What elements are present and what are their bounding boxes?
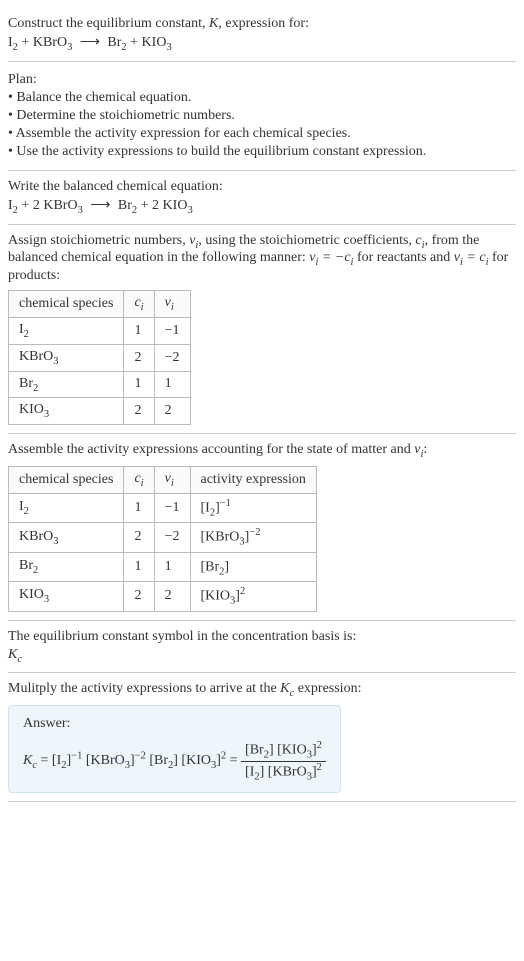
- balanced-equation: I2 + 2 KBrO3 ⟶ Br2 + 2 KIO3: [8, 197, 516, 216]
- plan-bullet: • Balance the chemical equation.: [8, 90, 516, 106]
- cell-nu: −2: [154, 344, 190, 371]
- col-ci: ci: [124, 466, 154, 493]
- cell-c: 1: [124, 371, 154, 398]
- col-nui: νi: [154, 466, 190, 493]
- cell-activity: [I2]−1: [190, 493, 316, 522]
- cell-activity: [KBrO3]−2: [190, 523, 316, 552]
- cell-species: Br2: [9, 552, 124, 581]
- fraction-denominator: [I2] [KBrO3]2: [241, 762, 326, 782]
- table-header-row: chemical species ci νi: [9, 291, 191, 318]
- activity-table: chemical species ci νi activity expressi…: [8, 466, 317, 612]
- eq-reactant: νi = −ci: [309, 250, 353, 265]
- eq-product: νi = ci: [454, 250, 489, 265]
- balanced-section: Write the balanced chemical equation: I2…: [8, 171, 516, 225]
- reaction-arrow-icon: ⟶: [80, 34, 100, 51]
- col-species: chemical species: [9, 291, 124, 318]
- term: [Br2]: [149, 753, 178, 768]
- cell-nu: −2: [154, 523, 190, 552]
- col-ci: ci: [124, 291, 154, 318]
- symbol-section: The equilibrium constant symbol in the c…: [8, 621, 516, 674]
- kc-expression: Kc = [I2]−1 [KBrO3]−2 [Br2] [KIO3]2 = [B…: [23, 740, 326, 782]
- species-KIO3: KIO3: [142, 35, 172, 50]
- cell-nu: −1: [154, 317, 190, 344]
- intro-text-b: , expression for:: [218, 16, 309, 31]
- cell-nu: 1: [154, 552, 190, 581]
- cell-nu: −1: [154, 493, 190, 522]
- cell-c: 1: [124, 493, 154, 522]
- table-row: I2 1 −1 [I2]−1: [9, 493, 317, 522]
- cell-c: 1: [124, 552, 154, 581]
- coef: 2: [152, 198, 163, 213]
- species-I2: I2: [8, 198, 18, 213]
- col-nui: νi: [154, 291, 190, 318]
- cell-species: I2: [9, 317, 124, 344]
- cell-nu: 2: [154, 398, 190, 425]
- kc-symbol: Kc: [280, 681, 294, 696]
- intro-section: Construct the equilibrium constant, K, e…: [8, 8, 516, 62]
- table-row: KBrO3 2 −2 [KBrO3]−2: [9, 523, 317, 552]
- cell-activity: [Br2]: [190, 552, 316, 581]
- stoich-table: chemical species ci νi I2 1 −1 KBrO3 2 −…: [8, 290, 191, 425]
- unbalanced-equation: I2 + KBrO3 ⟶ Br2 + KIO3: [8, 34, 516, 53]
- stoich-section: Assign stoichiometric numbers, νi, using…: [8, 225, 516, 435]
- activity-section: Assemble the activity expressions accoun…: [8, 434, 516, 620]
- col-species: chemical species: [9, 466, 124, 493]
- plan-bullet: • Determine the stoichiometric numbers.: [8, 108, 516, 124]
- answer-label: Answer:: [23, 716, 326, 732]
- cell-species: KIO3: [9, 582, 124, 611]
- plan-bullet: • Assemble the activity expression for e…: [8, 126, 516, 142]
- cell-c: 2: [124, 398, 154, 425]
- cell-c: 2: [124, 582, 154, 611]
- plan-section: Plan: • Balance the chemical equation. •…: [8, 62, 516, 171]
- K-symbol: K: [209, 16, 218, 31]
- term: [KBrO3]−2: [86, 753, 146, 768]
- cell-activity: [KIO3]2: [190, 582, 316, 611]
- species-Br2: Br2: [107, 35, 126, 50]
- table-row: KIO3 2 2: [9, 398, 191, 425]
- fraction: [Br2] [KIO3]2 [I2] [KBrO3]2: [241, 740, 326, 782]
- final-text: Mulitply the activity expressions to arr…: [8, 681, 516, 699]
- cell-c: 2: [124, 344, 154, 371]
- cell-c: 2: [124, 523, 154, 552]
- fraction-numerator: [Br2] [KIO3]2: [241, 740, 326, 761]
- table-row: Br2 1 1 [Br2]: [9, 552, 317, 581]
- species-KBrO3: KBrO3: [33, 35, 72, 50]
- activity-text: Assemble the activity expressions accoun…: [8, 442, 516, 460]
- kc-symbol: Kc: [8, 647, 516, 665]
- cell-nu: 1: [154, 371, 190, 398]
- species-KIO3: KIO3: [163, 198, 193, 213]
- cell-species: Br2: [9, 371, 124, 398]
- cell-species: KBrO3: [9, 523, 124, 552]
- intro-text-a: Construct the equilibrium constant,: [8, 16, 209, 31]
- plan-heading: Plan:: [8, 72, 516, 88]
- reaction-arrow-icon: ⟶: [90, 197, 110, 214]
- table-row: Br2 1 1: [9, 371, 191, 398]
- answer-box: Answer: Kc = [I2]−1 [KBrO3]−2 [Br2] [KIO…: [8, 705, 341, 793]
- stoich-text: Assign stoichiometric numbers, νi, using…: [8, 233, 516, 285]
- final-section: Mulitply the activity expressions to arr…: [8, 673, 516, 802]
- species-Br2: Br2: [118, 198, 137, 213]
- c-symbol: ci: [415, 233, 424, 248]
- col-activity: activity expression: [190, 466, 316, 493]
- table-header-row: chemical species ci νi activity expressi…: [9, 466, 317, 493]
- cell-nu: 2: [154, 582, 190, 611]
- table-row: KBrO3 2 −2: [9, 344, 191, 371]
- balanced-heading: Write the balanced chemical equation:: [8, 179, 516, 195]
- species-KBrO3: KBrO3: [43, 198, 82, 213]
- term: [I2]−1: [52, 753, 82, 768]
- table-row: KIO3 2 2 [KIO3]2: [9, 582, 317, 611]
- cell-c: 1: [124, 317, 154, 344]
- nu-symbol: νi: [189, 233, 198, 248]
- species-I2: I2: [8, 35, 18, 50]
- table-row: I2 1 −1: [9, 317, 191, 344]
- term: [KIO3]2: [181, 753, 226, 768]
- cell-species: KBrO3: [9, 344, 124, 371]
- symbol-text: The equilibrium constant symbol in the c…: [8, 629, 516, 645]
- plan-bullet: • Use the activity expressions to build …: [8, 144, 516, 160]
- intro-line: Construct the equilibrium constant, K, e…: [8, 16, 516, 32]
- cell-species: I2: [9, 493, 124, 522]
- cell-species: KIO3: [9, 398, 124, 425]
- coef: 2: [33, 198, 44, 213]
